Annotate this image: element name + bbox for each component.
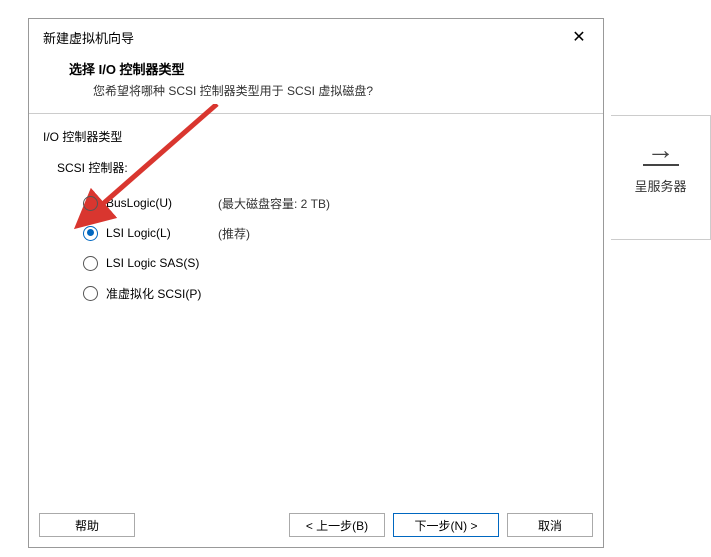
radio-option-buslogic[interactable]: BusLogic(U) (最大磁盘容量: 2 TB): [83, 188, 589, 218]
back-button[interactable]: < 上一步(B): [289, 513, 385, 537]
cancel-button[interactable]: 取消: [507, 513, 593, 537]
next-button[interactable]: 下一步(N) >: [393, 513, 499, 537]
sub-label: SCSI 控制器:: [57, 159, 589, 176]
radio-label: BusLogic(U): [106, 196, 218, 210]
help-button[interactable]: 帮助: [39, 513, 135, 537]
radio-label: 准虚拟化 SCSI(P): [106, 285, 218, 302]
radio-hint: (最大磁盘容量: 2 TB): [218, 195, 330, 212]
radio-icon: [83, 226, 98, 241]
radio-option-paravirtual[interactable]: 准虚拟化 SCSI(P): [83, 278, 589, 308]
wizard-dialog: 新建虚拟机向导 ✕ 选择 I/O 控制器类型 您希望将哪种 SCSI 控制器类型…: [28, 18, 604, 548]
background-label: 呈服务器: [611, 176, 710, 195]
export-icon: →: [643, 136, 679, 166]
radio-group: BusLogic(U) (最大磁盘容量: 2 TB) LSI Logic(L) …: [83, 188, 589, 308]
group-label: I/O 控制器类型: [43, 128, 589, 145]
dialog-content: I/O 控制器类型 SCSI 控制器: BusLogic(U) (最大磁盘容量:…: [29, 114, 603, 505]
header-title: 选择 I/O 控制器类型: [69, 59, 589, 78]
radio-hint: (推荐): [218, 225, 250, 242]
radio-option-lsilogic-sas[interactable]: LSI Logic SAS(S): [83, 248, 589, 278]
radio-label: LSI Logic SAS(S): [106, 256, 218, 270]
background-panel: → 呈服务器: [611, 115, 711, 240]
radio-icon: [83, 196, 98, 211]
radio-icon: [83, 256, 98, 271]
dialog-footer: 帮助 < 上一步(B) 下一步(N) > 取消: [29, 505, 603, 547]
dialog-title: 新建虚拟机向导: [43, 28, 134, 47]
header-subtitle: 您希望将哪种 SCSI 控制器类型用于 SCSI 虚拟磁盘?: [93, 82, 589, 99]
radio-icon: [83, 286, 98, 301]
titlebar: 新建虚拟机向导 ✕: [29, 19, 603, 53]
radio-option-lsilogic[interactable]: LSI Logic(L) (推荐): [83, 218, 589, 248]
dialog-header: 选择 I/O 控制器类型 您希望将哪种 SCSI 控制器类型用于 SCSI 虚拟…: [29, 53, 603, 113]
close-icon[interactable]: ✕: [567, 27, 591, 47]
radio-label: LSI Logic(L): [106, 226, 218, 240]
